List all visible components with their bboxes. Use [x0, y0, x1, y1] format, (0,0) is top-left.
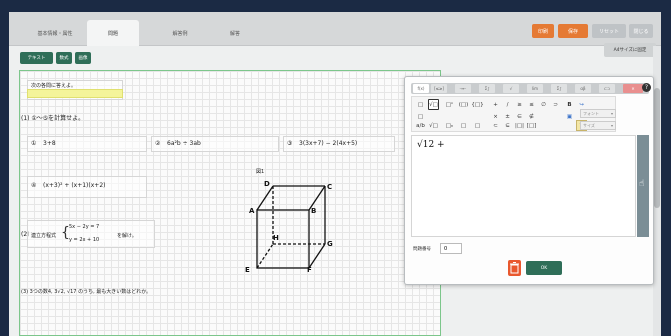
q1-prompt: (1) ①〜⑤を計算せよ。 — [21, 115, 85, 122]
save-button[interactable]: 保存 — [558, 24, 588, 38]
trash-glyph — [510, 262, 519, 274]
vertex-h: H — [273, 234, 279, 242]
item1-expression: 3+8 — [43, 140, 56, 147]
item3-number: ③ — [287, 140, 293, 147]
symbol-empty[interactable]: ∅ — [538, 99, 549, 110]
tab-arrows[interactable]: →← — [455, 84, 471, 93]
instruction-text: 次の各問に答えよ。 — [31, 83, 77, 89]
font-dropdown-label: フォント — [583, 110, 599, 116]
cube-figure — [256, 185, 326, 269]
item4-expression: (x+3)² + (x+1)(x+2) — [43, 182, 106, 189]
tab-greek[interactable]: αβ — [575, 84, 591, 93]
tab-answer[interactable]: 解答 — [209, 20, 261, 46]
q2-prefix: 連立方程式 — [31, 233, 57, 239]
formula-editor-dialog: f(x) [≤≥] →← Σ∫ √ lim Σ∫ αβ ⊂⊃ ✕ ? □ √□ … — [404, 76, 654, 285]
help-icon[interactable]: ? — [642, 83, 651, 92]
chevron-down-icon: ▾ — [610, 111, 613, 116]
q2-equation-1: 5x − 2y = 7 — [69, 224, 100, 230]
formula-content: √12 + — [417, 140, 445, 150]
vertex-f: F — [307, 266, 312, 274]
symbol-leq[interactable]: ≤ — [526, 99, 537, 110]
symbol-box[interactable]: □ — [415, 99, 426, 110]
vertex-a: A — [249, 207, 255, 215]
question-number-input[interactable]: 0 — [440, 243, 462, 254]
tab-limits[interactable]: lim — [527, 84, 543, 93]
editor-scrollbar[interactable]: ☝ — [637, 135, 649, 237]
symbol-category-tabs: f(x) [≤≥] →← Σ∫ √ lim Σ∫ αβ ⊂⊃ ✕ — [411, 83, 649, 94]
print-button[interactable]: 印刷 — [532, 24, 554, 38]
tab-roots[interactable]: √ — [503, 84, 519, 93]
item2-expression: 6a²b ÷ 3ab — [167, 140, 201, 147]
page-scrollbar-thumb[interactable] — [654, 88, 660, 208]
symbol-superset[interactable]: ⊃ — [550, 99, 561, 110]
symbol-abs[interactable]: |□| — [514, 120, 525, 131]
item1-number: ① — [31, 140, 37, 147]
selection-highlight — [27, 89, 123, 98]
symbol-subseteq[interactable]: ⊆ — [502, 120, 513, 131]
q3-text: (3) 3つの数4, 3√2, √17 のうち, 最も大きい数はどれか。 — [21, 289, 152, 295]
symbol-fraction[interactable]: a/b — [415, 120, 426, 131]
tab-operators[interactable]: Σ∫ — [479, 84, 495, 93]
vertex-b: B — [311, 207, 317, 215]
add-text-button[interactable]: テキスト — [20, 52, 53, 64]
symbol-power[interactable]: □ⁿ — [444, 99, 455, 110]
tab-sets[interactable]: ⊂⊃ — [599, 84, 615, 93]
add-image-button[interactable]: 画像 — [75, 52, 91, 64]
q2-suffix: を解け。 — [117, 233, 137, 239]
symbol-subset[interactable]: ⊂ — [490, 120, 501, 131]
symbol-brace[interactable]: {□} — [471, 99, 483, 110]
app-window: 基本情報・属性 問題 解答例 解答 印刷 保存 リセット 閉じる テキスト 数式… — [9, 12, 661, 336]
reset-button[interactable]: リセット — [592, 24, 626, 38]
formula-input-area[interactable]: √12 + — [411, 135, 636, 237]
size-dropdown-label: サイズ — [583, 122, 595, 128]
item2-number: ② — [155, 140, 161, 147]
font-dropdown[interactable]: フォント ▾ — [580, 109, 616, 118]
q2-equation-2: y = 2x + 10 — [69, 237, 100, 243]
question-number-label: 問題番号 — [413, 247, 431, 252]
symbol-palette: □ √□ □ⁿ (□) {□} + / ≥ ≤ ∅ ⊃ B ↪ □ a/b √□… — [411, 96, 616, 132]
symbol-divide[interactable]: / — [502, 99, 513, 110]
chevron-down-icon: ▾ — [610, 123, 613, 128]
tab-inequality[interactable]: [≤≥] — [431, 84, 447, 93]
tab-function[interactable]: f(x) — [413, 84, 429, 93]
symbol-sqrt-2[interactable]: √□ — [428, 120, 439, 131]
close-button[interactable]: 閉じる — [629, 24, 653, 38]
trash-icon[interactable] — [508, 260, 521, 276]
size-dropdown[interactable]: サイズ ▾ — [580, 121, 616, 130]
tab-sum-integral[interactable]: Σ∫ — [551, 84, 567, 93]
vertex-c: C — [327, 183, 333, 191]
symbol-image-icon[interactable]: ▣ — [564, 111, 575, 122]
symbol-paren[interactable]: (□) — [458, 99, 469, 110]
vertex-g: G — [327, 240, 333, 248]
ok-button[interactable]: OK — [526, 261, 562, 275]
a4-fix-button[interactable]: A4サイズに固定 — [604, 43, 656, 57]
tab-bar: 基本情報・属性 問題 解答例 解答 印刷 保存 リセット 閉じる — [9, 12, 661, 46]
tab-answer-example[interactable]: 解答例 — [154, 20, 206, 46]
symbol-geq[interactable]: ≥ — [514, 99, 525, 110]
tab-delete[interactable]: ✕ — [623, 84, 643, 93]
tab-basic-info[interactable]: 基本情報・属性 — [23, 20, 87, 46]
symbol-plus[interactable]: + — [490, 99, 501, 110]
vertex-d: D — [264, 180, 270, 188]
symbol-box-2[interactable]: □ — [458, 120, 469, 131]
symbol-bold[interactable]: B — [564, 99, 575, 110]
figure-label: 図1 — [256, 169, 265, 175]
item4-number: ④ — [31, 182, 37, 189]
symbol-subscript[interactable]: □ₙ — [444, 120, 455, 131]
pointer-hand-icon: ☝ — [639, 179, 645, 189]
symbol-bracket[interactable]: [□] — [526, 120, 537, 131]
symbol-sqrt[interactable]: √□ — [428, 99, 439, 110]
add-formula-button[interactable]: 数式 — [56, 52, 72, 64]
worksheet-canvas[interactable] — [19, 70, 441, 336]
tab-question[interactable]: 問題 — [87, 20, 139, 46]
item3-expression: 3(3x+7) − 2(4x+5) — [299, 140, 358, 147]
symbol-box-3[interactable]: □ — [472, 120, 483, 131]
vertex-e: E — [245, 266, 250, 274]
